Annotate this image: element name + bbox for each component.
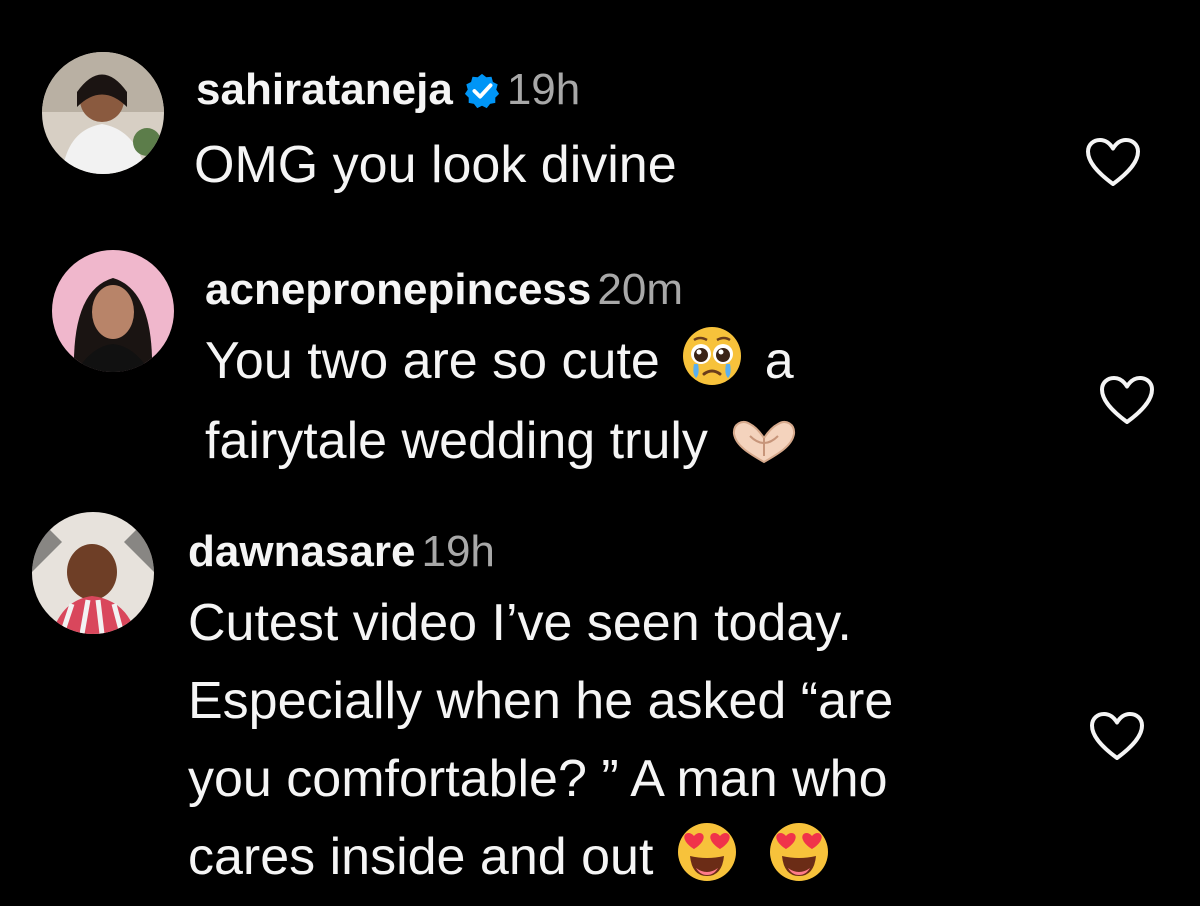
heart-hands-emoji-icon bbox=[728, 412, 800, 490]
comment-text-line: Cutest video I’ve seen today. bbox=[188, 594, 852, 652]
comment-text-segment: a bbox=[764, 332, 794, 390]
pleading-face-emoji-icon bbox=[680, 324, 744, 410]
comment-item: sahirataneja 19h OMG you look divine bbox=[0, 0, 1200, 210]
username[interactable]: acnepronepincess bbox=[205, 265, 591, 314]
username[interactable]: sahirataneja bbox=[196, 65, 453, 114]
comment-time: 19h bbox=[506, 65, 581, 114]
comment-text-segment: cares inside and out bbox=[188, 828, 654, 886]
username[interactable]: dawnasare bbox=[188, 527, 415, 576]
comment-text-line: Especially when he asked “are bbox=[188, 672, 894, 730]
comment-text-segment: fairytale wedding truly bbox=[205, 412, 708, 470]
comment-text-line: fairytale wedding truly bbox=[205, 402, 806, 490]
avatar[interactable] bbox=[42, 52, 164, 174]
comment-text-line: You two are so cute a bbox=[205, 322, 794, 410]
like-heart-icon[interactable] bbox=[1098, 374, 1156, 426]
comment-time: 19h bbox=[421, 527, 495, 576]
comment-text-line: cares inside and out bbox=[188, 818, 838, 906]
heart-eyes-emoji-icon bbox=[674, 820, 740, 906]
comment-text-line: you comfortable? ” A man who bbox=[188, 750, 888, 808]
comment-item: dawnasare 19h Cutest video I’ve seen toda… bbox=[0, 500, 1200, 897]
avatar[interactable] bbox=[32, 512, 154, 634]
verified-badge-icon bbox=[463, 70, 501, 122]
like-heart-icon[interactable] bbox=[1088, 710, 1146, 762]
comment-meta: acnepronepincess 20m bbox=[205, 264, 683, 316]
like-heart-icon[interactable] bbox=[1084, 136, 1142, 188]
comment-time: 20m bbox=[597, 265, 683, 314]
comment-item: acnepronepincess 20m You two are so cute … bbox=[0, 220, 1200, 490]
avatar[interactable] bbox=[52, 250, 174, 372]
comment-meta: dawnasare 19h bbox=[188, 526, 495, 578]
comment-meta: sahirataneja 19h bbox=[196, 64, 580, 122]
heart-eyes-emoji-icon bbox=[766, 820, 832, 906]
comment-text: OMG you look divine bbox=[194, 136, 677, 194]
comment-text-segment: You two are so cute bbox=[205, 332, 660, 390]
